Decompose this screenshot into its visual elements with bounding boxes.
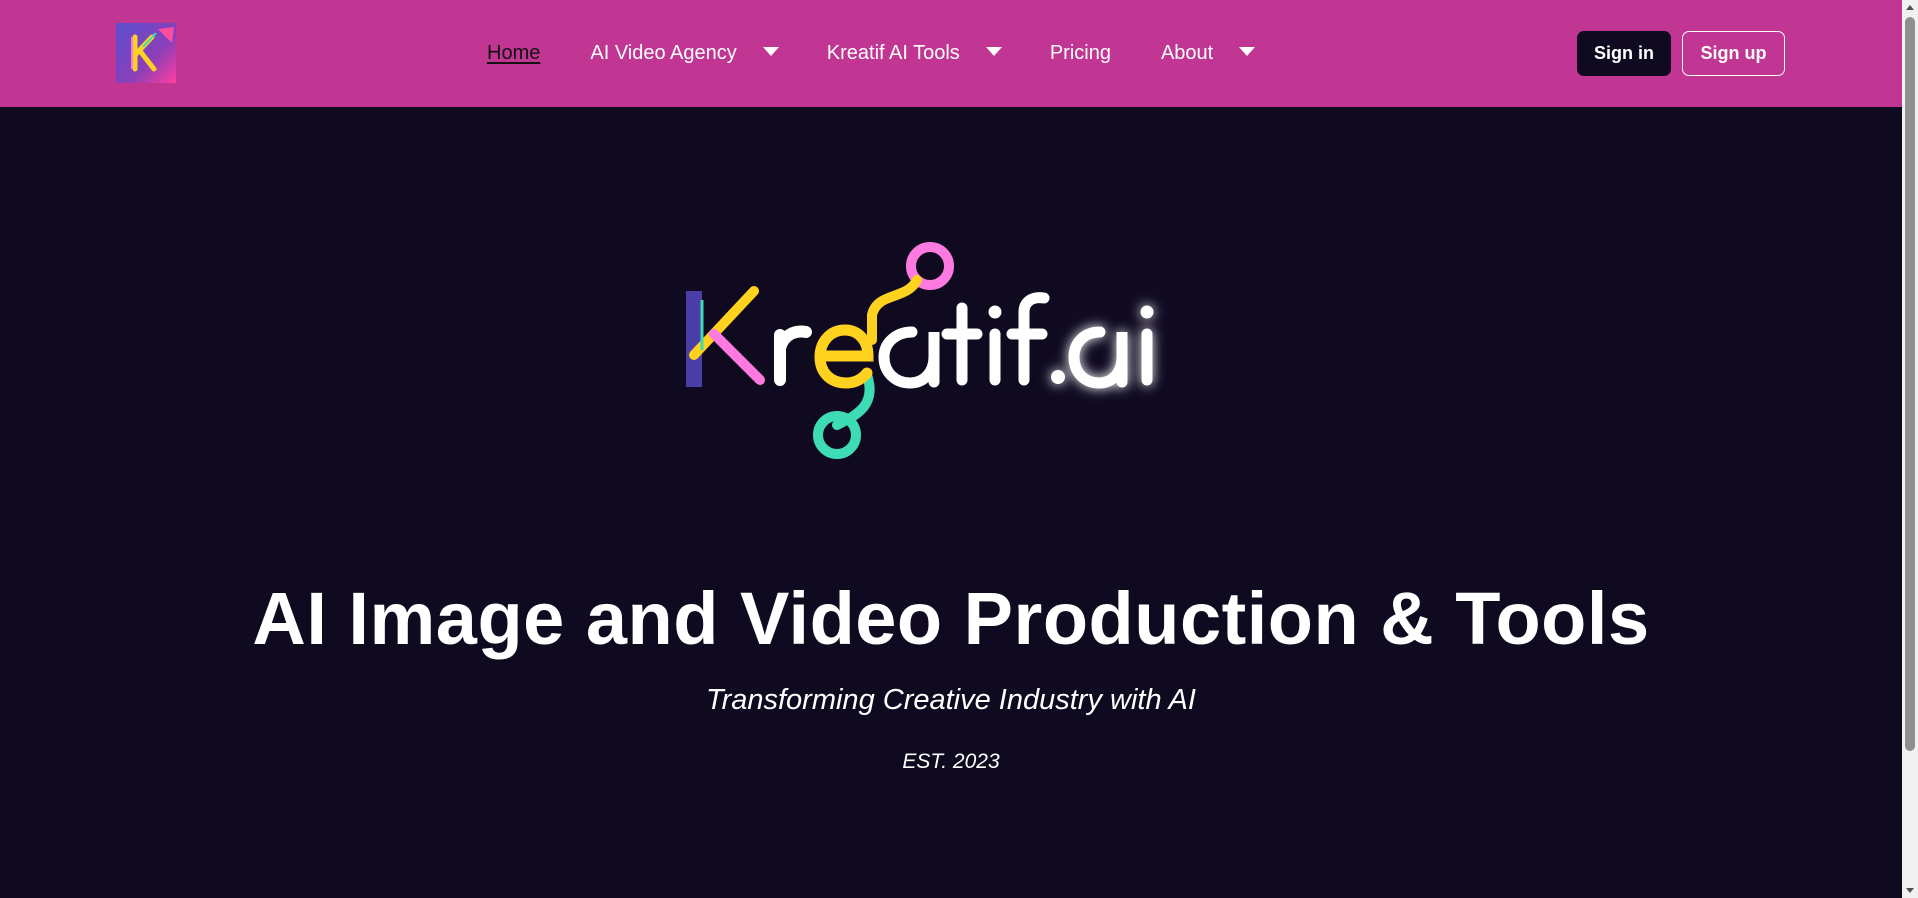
sign-up-button[interactable]: Sign up — [1682, 31, 1785, 76]
nav-about-dropdown[interactable]: About — [1160, 42, 1256, 65]
chevron-down-icon — [1239, 47, 1256, 56]
chevron-down-icon — [985, 47, 1002, 56]
scrollbar-thumb[interactable] — [1905, 17, 1915, 751]
sign-in-button[interactable]: Sign in — [1577, 31, 1671, 76]
kreatif-ai-wordmark-logo — [685, 242, 1154, 459]
top-navbar: Home AI Video Agency Kreatif AI Tools Pr… — [0, 0, 1902, 107]
chevron-down-icon — [762, 47, 779, 56]
kreatif-logo-icon[interactable] — [116, 23, 176, 83]
nav-about-label: About — [1160, 42, 1214, 64]
nav-ai-video-agency-label: AI Video Agency — [590, 42, 737, 64]
main-nav: Home AI Video Agency Kreatif AI Tools Pr… — [487, 0, 1256, 107]
nav-pricing-link[interactable]: Pricing — [1050, 42, 1111, 65]
nav-home-link[interactable]: Home — [487, 42, 540, 65]
scroll-down-arrow-icon[interactable] — [1906, 888, 1914, 893]
nav-kreatif-ai-tools-label: Kreatif AI Tools — [826, 42, 960, 64]
established-year: EST. 2023 — [902, 750, 1000, 773]
scroll-up-arrow-icon[interactable] — [1906, 5, 1914, 10]
vertical-scrollbar[interactable] — [1902, 0, 1918, 898]
nav-kreatif-ai-tools-dropdown[interactable]: Kreatif AI Tools — [827, 42, 1002, 65]
hero-title: AI Image and Video Production & Tools — [252, 577, 1650, 660]
nav-ai-video-agency-dropdown[interactable]: AI Video Agency — [590, 42, 779, 65]
hero-subtitle: Transforming Creative Industry with AI — [706, 684, 1196, 716]
